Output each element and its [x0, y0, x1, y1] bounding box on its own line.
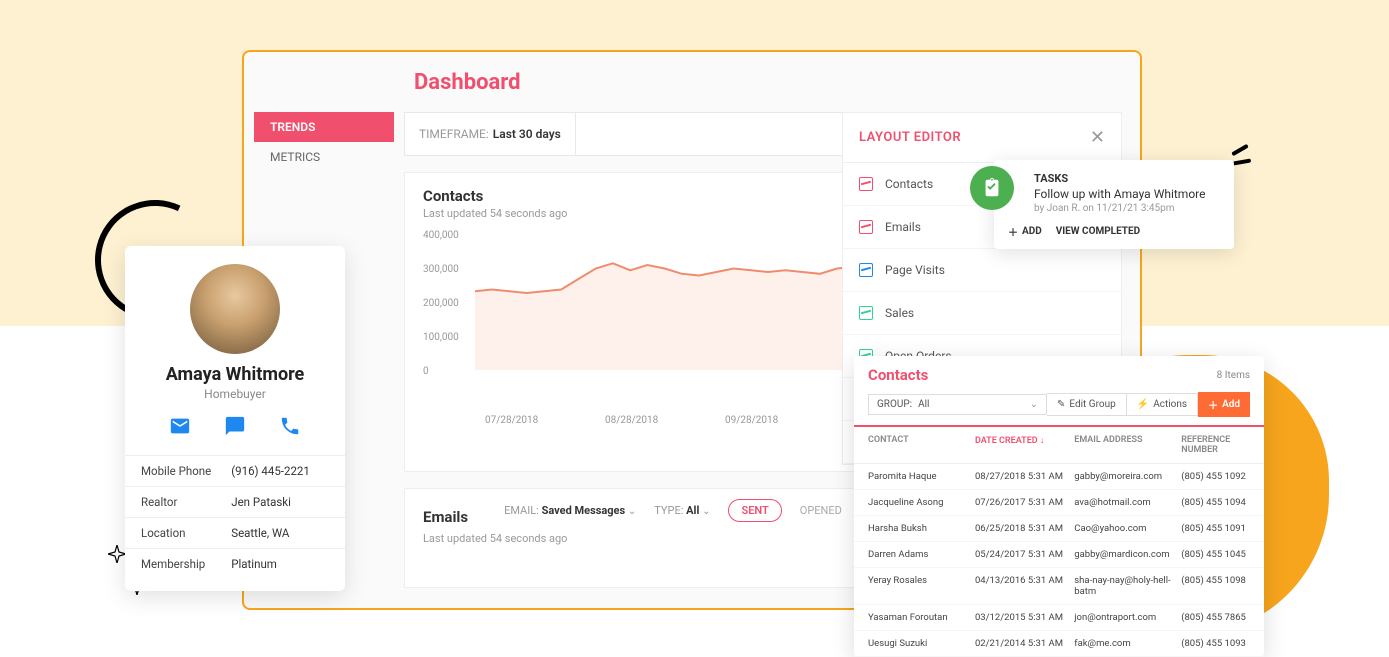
- table-row[interactable]: Darren Adams05/24/2017 5:31 AMgabby@mard…: [854, 542, 1264, 568]
- contact-field-row: RealtorJen Pataski: [125, 486, 345, 517]
- table-row[interactable]: Jacqueline Asong07/26/2017 5:31 AMava@ho…: [854, 490, 1264, 516]
- sidebar-item-metrics[interactable]: METRICS: [254, 142, 394, 172]
- tab-sent[interactable]: SENT: [728, 499, 781, 522]
- table-row[interactable]: Yeray Rosales04/13/2016 5:31 AMsha-nay-n…: [854, 568, 1264, 605]
- type-filter[interactable]: TYPE: All ⌄: [654, 504, 710, 517]
- phone-icon[interactable]: [279, 415, 301, 441]
- view-completed-button[interactable]: VIEW COMPLETED: [1056, 224, 1140, 239]
- contact-field-row: MembershipPlatinum: [125, 548, 345, 579]
- timeframe-selector[interactable]: TIMEFRAME: Last 30 days: [405, 113, 576, 155]
- sidebar-item-trends[interactable]: TRENDS: [254, 112, 394, 142]
- col-email[interactable]: EMAIL ADDRESS: [1074, 435, 1181, 455]
- add-contact-button[interactable]: ＋Add: [1198, 392, 1250, 417]
- chevron-down-icon: ⌄: [628, 506, 636, 517]
- email-icon[interactable]: [169, 415, 191, 441]
- tab-opened[interactable]: OPENED: [800, 504, 842, 517]
- field-label: Realtor: [141, 495, 231, 509]
- layout-editor-title: LAYOUT EDITOR: [859, 130, 961, 145]
- actions-button[interactable]: ⚡Actions: [1127, 393, 1198, 416]
- avatar: [190, 264, 280, 354]
- chart-icon: [859, 177, 873, 191]
- table-row[interactable]: Harsha Buksh06/25/2018 5:31 AMCao@yahoo.…: [854, 516, 1264, 542]
- plus-icon: ＋: [1208, 397, 1218, 412]
- bolt-icon: ⚡: [1137, 399, 1149, 410]
- col-date-created[interactable]: DATE CREATED ↓: [975, 435, 1074, 455]
- plus-icon: ＋: [1008, 224, 1018, 239]
- field-label: Membership: [141, 557, 231, 571]
- contact-field-row: Mobile Phone(916) 445-2221: [125, 455, 345, 486]
- add-task-button[interactable]: ＋ADD: [1008, 224, 1042, 239]
- contact-name: Amaya Whitmore: [125, 364, 345, 385]
- field-value: (916) 445-2221: [231, 464, 310, 478]
- table-row[interactable]: Yasaman Foroutan03/12/2015 5:31 AMjon@on…: [854, 605, 1264, 631]
- task-badge-icon: [970, 166, 1014, 210]
- field-value: Platinum: [231, 557, 277, 571]
- chart-icon: [859, 220, 873, 234]
- chevron-down-icon: ⌄: [1030, 399, 1038, 410]
- table-row[interactable]: Uesugi Suzuki02/21/2014 5:31 AMfak@me.co…: [854, 631, 1264, 657]
- sidebar: TRENDS METRICS: [254, 112, 394, 172]
- chart-icon: [859, 306, 873, 320]
- page-title: Dashboard: [244, 52, 1140, 107]
- edit-group-button[interactable]: ✎Edit Group: [1047, 393, 1127, 416]
- table-row[interactable]: Paromita Haque08/27/2018 5:31 AMgabby@mo…: [854, 464, 1264, 490]
- contacts-title: Contacts: [868, 366, 928, 384]
- contact-role: Homebuyer: [125, 387, 345, 401]
- email-filter[interactable]: EMAIL: Saved Messages ⌄: [504, 504, 636, 517]
- task-meta: by Joan R. on 11/21/21 3:45pm: [1034, 203, 1220, 214]
- panel-title: Emails: [405, 494, 486, 528]
- tasks-card: TASKS Follow up with Amaya Whitmore by J…: [994, 160, 1234, 249]
- contact-card: Amaya Whitmore Homebuyer Mobile Phone(91…: [125, 246, 345, 591]
- field-label: Mobile Phone: [141, 464, 231, 478]
- field-label: Location: [141, 526, 231, 540]
- field-value: Seattle, WA: [231, 526, 289, 540]
- field-value: Jen Pataski: [231, 495, 291, 509]
- item-count: 8 Items: [1217, 370, 1250, 381]
- table-header: CONTACT DATE CREATED ↓ EMAIL ADDRESS REF…: [854, 427, 1264, 464]
- tasks-title: TASKS: [1034, 172, 1220, 185]
- chevron-down-icon: ⌄: [702, 506, 710, 517]
- pencil-icon: ✎: [1057, 399, 1065, 410]
- chart-icon: [859, 263, 873, 277]
- sort-down-icon: ↓: [1040, 436, 1045, 446]
- col-contact[interactable]: CONTACT: [868, 435, 975, 455]
- contact-field-row: LocationSeattle, WA: [125, 517, 345, 548]
- col-reference[interactable]: REFERENCE NUMBER: [1181, 435, 1250, 455]
- group-selector[interactable]: GROUP: All ⌄: [868, 394, 1047, 415]
- task-description: Follow up with Amaya Whitmore: [1034, 187, 1220, 201]
- contacts-list-window: Contacts 8 Items GROUP: All ⌄ ✎Edit Grou…: [854, 356, 1264, 657]
- message-icon[interactable]: [224, 415, 246, 441]
- layout-item-sales[interactable]: Sales: [843, 292, 1121, 335]
- close-icon[interactable]: ✕: [1090, 127, 1105, 148]
- layout-item-page-visits[interactable]: Page Visits: [843, 249, 1121, 292]
